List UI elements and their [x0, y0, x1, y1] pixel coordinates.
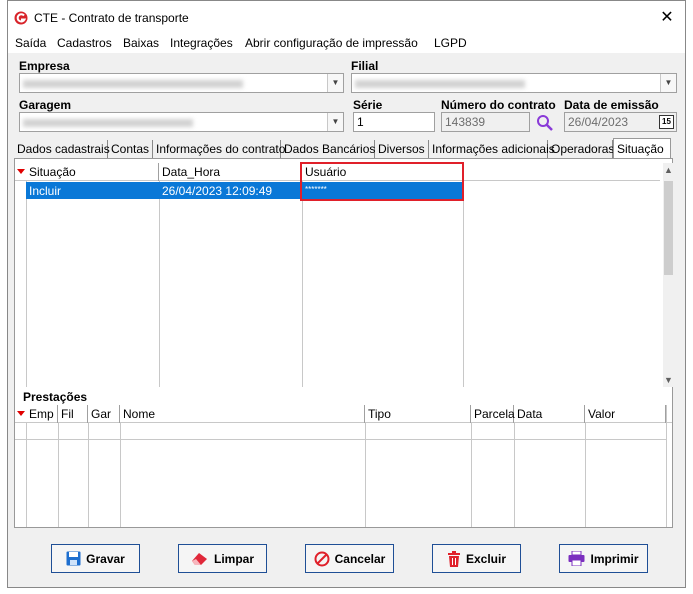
excluir-label: Excluir: [465, 551, 507, 566]
column-divider: [26, 423, 27, 527]
row-divider: [15, 439, 666, 440]
save-icon: [66, 551, 81, 566]
sort-indicator-icon: [17, 169, 25, 174]
column-divider: [159, 181, 160, 387]
menu-saida[interactable]: Saída: [15, 36, 46, 50]
menu-baixas[interactable]: Baixas: [123, 36, 159, 50]
search-icon[interactable]: [536, 114, 554, 132]
column-divider: [365, 423, 366, 527]
vertical-scrollbar[interactable]: ▲ ▼: [663, 163, 674, 387]
tab-contas[interactable]: Contas: [108, 140, 153, 158]
menu-lgpd[interactable]: LGPD: [434, 36, 467, 50]
column-header-nome[interactable]: Nome: [120, 405, 365, 423]
data-emissao-label: Data de emissão: [564, 98, 659, 112]
column-divider: [463, 181, 464, 387]
tab-informacoes-adicionais[interactable]: Informações adicionais: [429, 140, 555, 158]
column-header-data[interactable]: Data: [514, 405, 585, 423]
chevron-down-icon[interactable]: ▼: [327, 74, 343, 92]
serie-label: Série: [353, 98, 383, 112]
window-title: CTE - Contrato de transporte: [34, 11, 189, 25]
tab-informacoes-contrato[interactable]: Informações do contrato: [153, 140, 285, 158]
menu-bar: Saída Cadastros Baixas Integrações Abrir…: [8, 33, 685, 53]
scroll-down-icon[interactable]: ▼: [663, 375, 674, 385]
sort-indicator-icon: [17, 411, 25, 416]
chevron-down-icon[interactable]: ▼: [327, 113, 343, 131]
usuario-highlight-box: [300, 162, 464, 201]
data-emissao-value: 26/04/2023: [568, 115, 629, 129]
column-header-parcela[interactable]: Parcela: [471, 405, 515, 423]
close-icon[interactable]: ✕: [657, 7, 677, 27]
app-logo-icon: [14, 11, 28, 25]
column-header-situacao[interactable]: Situação: [26, 163, 159, 181]
tab-situacao[interactable]: Situação: [613, 138, 671, 159]
column-divider: [302, 181, 303, 387]
column-divider: [471, 423, 472, 527]
menu-integracoes[interactable]: Integrações: [170, 36, 233, 50]
column-header-valor[interactable]: Valor: [585, 405, 666, 423]
trash-icon: [447, 550, 460, 567]
scroll-up-icon[interactable]: ▲: [663, 165, 674, 175]
cancelar-button[interactable]: Cancelar: [305, 544, 394, 573]
printer-icon: [568, 551, 585, 566]
prestacoes-grid: Emp Fil Gar Nome Tipo Parcela Data Valor: [15, 405, 672, 527]
prestacoes-grid-header: Emp Fil Gar Nome Tipo Parcela Data Valor: [15, 405, 672, 423]
empresa-label: Empresa: [19, 59, 70, 73]
cancel-icon: [314, 551, 330, 566]
gravar-button[interactable]: Gravar: [51, 544, 140, 573]
column-header-fil[interactable]: Fil: [58, 405, 88, 423]
situacao-panel: Situação Data_Hora Usuário Incluir 26/04…: [14, 158, 674, 528]
cancelar-label: Cancelar: [334, 551, 386, 566]
imprimir-button[interactable]: Imprimir: [559, 544, 648, 573]
column-divider: [120, 423, 121, 527]
column-divider: [58, 423, 59, 527]
numero-contrato-label: Número do contrato: [441, 98, 556, 112]
title-bar: CTE - Contrato de transporte ✕: [8, 1, 685, 33]
gravar-label: Gravar: [86, 551, 125, 566]
column-divider: [585, 423, 586, 527]
imprimir-label: Imprimir: [590, 551, 639, 566]
tab-dados-cadastrais[interactable]: Dados cadastrais: [14, 140, 110, 158]
main-window: CTE - Contrato de transporte ✕ Saída Cad…: [7, 0, 686, 588]
garagem-select[interactable]: ▼: [19, 112, 344, 132]
column-header-gar[interactable]: Gar: [88, 405, 120, 423]
cell-situacao: Incluir: [29, 184, 62, 198]
garagem-label: Garagem: [19, 98, 72, 112]
cell-data-hora: 26/04/2023 12:09:49: [162, 184, 273, 198]
menu-cadastros[interactable]: Cadastros: [57, 36, 112, 50]
situacao-grid: Situação Data_Hora Usuário Incluir 26/04…: [15, 162, 674, 388]
tab-strip: Dados cadastrais Contas Informações do c…: [14, 138, 674, 159]
filial-select[interactable]: ▼: [351, 73, 677, 93]
column-divider: [666, 405, 667, 527]
chevron-down-icon[interactable]: ▼: [660, 74, 676, 92]
garagem-redacted-value: [23, 119, 193, 127]
limpar-label: Limpar: [213, 551, 254, 566]
empresa-select[interactable]: ▼: [19, 73, 344, 93]
filial-label: Filial: [351, 59, 379, 73]
column-divider: [514, 423, 515, 527]
calendar-icon[interactable]: 15: [659, 115, 674, 129]
column-header-data-hora[interactable]: Data_Hora: [159, 163, 302, 181]
excluir-button[interactable]: Excluir: [432, 544, 521, 573]
limpar-button[interactable]: Limpar: [178, 544, 267, 573]
column-header-emp[interactable]: Emp: [26, 405, 58, 423]
data-emissao-input[interactable]: 26/04/2023 15: [564, 112, 677, 132]
numero-contrato-input[interactable]: 143839: [441, 112, 530, 132]
column-divider: [88, 423, 89, 527]
tab-operadoras[interactable]: Operadoras: [548, 140, 614, 158]
eraser-icon: [191, 553, 207, 565]
empresa-redacted-value: [23, 80, 243, 88]
prestacoes-label: Prestações: [23, 390, 88, 404]
serie-input[interactable]: 1: [353, 112, 435, 132]
indicator-column-divider: [26, 181, 27, 387]
tab-diversos[interactable]: Diversos: [375, 140, 429, 158]
filial-redacted-value: [355, 80, 525, 88]
tab-dados-bancarios[interactable]: Dados Bancários: [281, 140, 375, 158]
scrollbar-thumb[interactable]: [664, 181, 673, 275]
menu-abrir-configuracao-impressao[interactable]: Abrir configuração de impressão: [245, 36, 418, 50]
column-header-tipo[interactable]: Tipo: [365, 405, 471, 423]
